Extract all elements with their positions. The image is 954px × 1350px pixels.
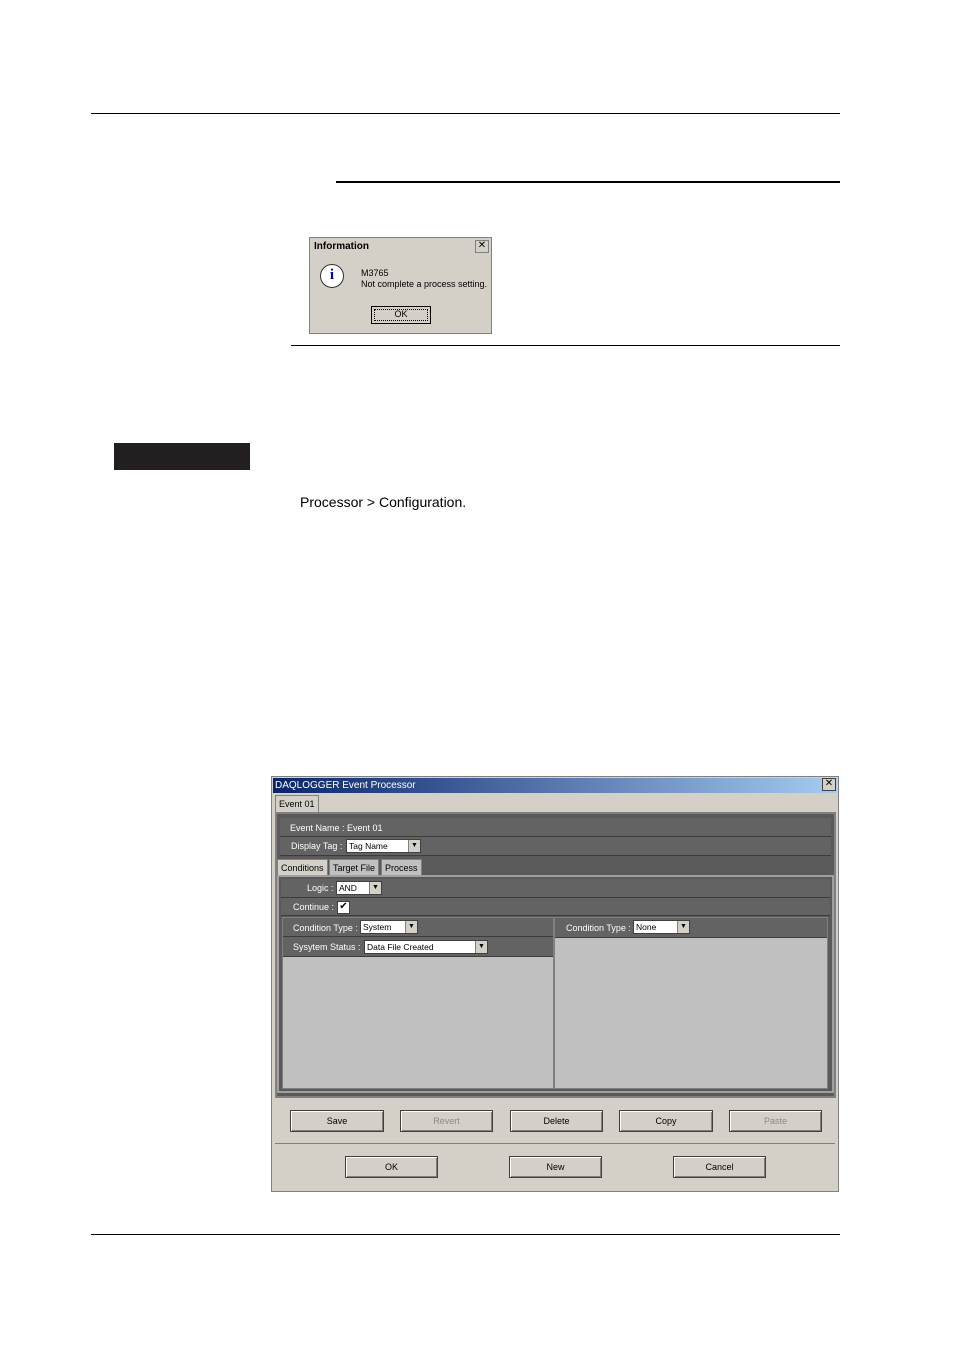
- footer-rule: [91, 1234, 840, 1235]
- system-status-label: Sysytem Status :: [293, 942, 361, 952]
- logic-label: Logic :: [307, 883, 334, 893]
- continue-row: Continue : ✔: [281, 898, 830, 916]
- dialog-title: Information: [311, 239, 490, 255]
- left-condition-type-row: Condition Type : System ▼: [283, 918, 553, 937]
- delete-button[interactable]: Delete: [510, 1110, 603, 1132]
- system-status-row: Sysytem Status : Data File Created ▼: [283, 937, 553, 957]
- continue-label: Continue :: [293, 902, 335, 912]
- display-tag-select[interactable]: Tag Name ▼: [346, 839, 421, 853]
- tab-event-01[interactable]: Event 01: [275, 795, 319, 812]
- event-name-label: Event Name :: [290, 823, 345, 833]
- display-tag-row: Display Tag : Tag Name ▼: [280, 837, 831, 856]
- event-processor-window: DAQLOGGER Event Processor ✕ Event 01 Eve…: [271, 776, 839, 1192]
- message-code: M3765: [361, 268, 389, 278]
- right-condition-pane: Condition Type : None ▼: [554, 917, 828, 1089]
- information-icon: i: [320, 264, 344, 288]
- chevron-down-icon[interactable]: ▼: [405, 921, 417, 933]
- chevron-down-icon[interactable]: ▼: [369, 882, 381, 894]
- save-button[interactable]: Save: [290, 1110, 384, 1132]
- system-status-value: Data File Created: [367, 942, 434, 952]
- continue-checkbox[interactable]: ✔: [337, 901, 350, 914]
- copy-button[interactable]: Copy: [619, 1110, 713, 1132]
- revert-button[interactable]: Revert: [400, 1110, 493, 1132]
- information-dialog: Information ✕ i M3765 Not complete a pro…: [309, 237, 492, 334]
- display-tag-value: Tag Name: [349, 841, 388, 851]
- body-text: Processor > Configuration.: [300, 494, 467, 510]
- left-condition-type-select[interactable]: System ▼: [360, 920, 418, 934]
- new-button[interactable]: New: [509, 1156, 602, 1178]
- right-condition-type-value: None: [636, 922, 657, 932]
- tab-target-file[interactable]: Target File: [329, 859, 380, 876]
- logic-value: AND: [339, 883, 357, 893]
- right-condition-type-label: Condition Type :: [566, 923, 631, 933]
- chevron-down-icon[interactable]: ▼: [677, 921, 689, 933]
- event-name-row: Event Name : Event 01: [280, 818, 831, 837]
- event-frame: Event Name : Event 01 Display Tag : Tag …: [275, 812, 836, 1098]
- right-condition-type-row: Condition Type : None ▼: [555, 918, 827, 938]
- button-separator: [275, 1143, 835, 1144]
- section-rule: [336, 181, 840, 183]
- left-condition-type-value: System: [363, 922, 392, 932]
- tab-conditions[interactable]: Conditions: [277, 859, 328, 876]
- right-condition-type-select[interactable]: None ▼: [633, 920, 690, 934]
- dialog-bottom-rule: [291, 345, 840, 346]
- ok-button[interactable]: OK: [371, 306, 431, 324]
- focus-ring: [374, 309, 428, 321]
- logic-select[interactable]: AND ▼: [336, 881, 382, 895]
- logic-row: Logic : AND ▼: [281, 879, 830, 898]
- left-condition-type-label: Condition Type :: [293, 923, 358, 933]
- system-status-select[interactable]: Data File Created ▼: [364, 940, 488, 954]
- paste-button[interactable]: Paste: [729, 1110, 822, 1132]
- close-icon[interactable]: ✕: [822, 778, 836, 791]
- conditions-panel: Logic : AND ▼ Continue : ✔ Condition Typ…: [277, 875, 834, 1093]
- ok-button[interactable]: OK: [345, 1156, 438, 1178]
- chevron-down-icon[interactable]: ▼: [475, 941, 487, 953]
- close-icon[interactable]: ✕: [475, 240, 489, 253]
- message-text: Not complete a process setting.: [361, 279, 488, 289]
- left-condition-pane: Condition Type : System ▼ Sysytem Status…: [282, 917, 554, 1089]
- tab-process[interactable]: Process: [381, 859, 422, 876]
- chevron-down-icon[interactable]: ▼: [408, 840, 420, 852]
- event-name-value: Event 01: [347, 823, 383, 833]
- header-rule: [91, 113, 840, 114]
- cancel-button[interactable]: Cancel: [673, 1156, 766, 1178]
- display-tag-label: Display Tag :: [291, 841, 343, 851]
- window-title: DAQLOGGER Event Processor: [273, 778, 837, 793]
- section-heading-block: [114, 443, 250, 470]
